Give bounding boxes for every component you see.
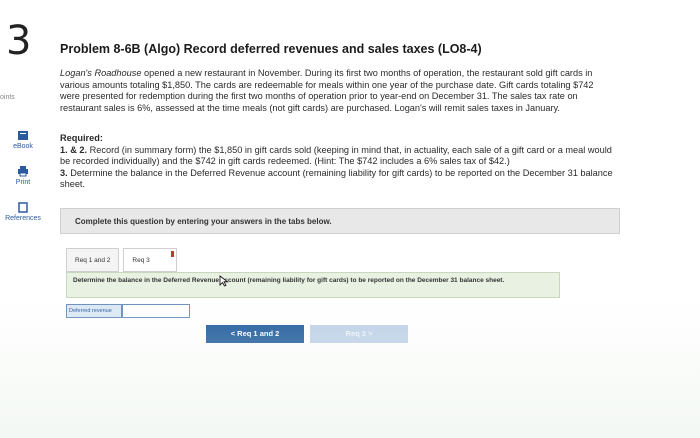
printer-icon: [18, 166, 28, 177]
sidebar-item-print[interactable]: Print: [0, 166, 46, 186]
task-panel: Determine the balance in the Deferred Re…: [66, 272, 560, 298]
flag-icon: [171, 251, 175, 257]
prev-tab-button[interactable]: < Req 1 and 2: [206, 325, 304, 343]
next-tab-button[interactable]: Req 3 >: [310, 325, 408, 343]
sidebar: oints eBook Print References: [0, 84, 46, 238]
problem-title: Problem 8-6B (Algo) Record deferred reve…: [60, 42, 482, 56]
sidebar-item-ebook[interactable]: eBook: [0, 130, 46, 150]
intro-text: opened a new restaurant in November. Dur…: [60, 68, 594, 113]
required-label: Required:: [60, 133, 103, 143]
background-gradient: [0, 298, 700, 438]
book-icon: [18, 131, 28, 140]
sidebar-item-label: eBook: [13, 143, 33, 150]
req1-number: 1. & 2.: [60, 144, 88, 155]
points-label: oints: [0, 94, 15, 101]
tab-label: Req 3: [132, 257, 150, 264]
instructions-text: Complete this question by entering your …: [75, 217, 332, 226]
requirements: Required: 1. & 2. Record (in summary for…: [60, 133, 620, 191]
company-name: Logan's Roadhouse: [60, 68, 142, 78]
deferred-revenue-label: Deferred revenue: [66, 304, 122, 318]
tab-bar: Req 1 and 2 Req 3: [66, 248, 181, 272]
problem-intro: Logan's Roadhouse opened a new restauran…: [60, 68, 605, 114]
mouse-cursor-icon: [219, 275, 229, 287]
question-number: 3: [6, 18, 32, 64]
instructions-panel: Complete this question by entering your …: [60, 208, 620, 234]
sidebar-item-references[interactable]: References: [0, 202, 46, 222]
tab-req-3[interactable]: Req 3: [123, 248, 178, 272]
task-text: Determine the balance in the Deferred Re…: [73, 277, 505, 284]
references-icon: [18, 202, 28, 213]
deferred-revenue-input[interactable]: [122, 304, 190, 318]
answer-row: Deferred revenue: [66, 304, 190, 318]
req3-text: Determine the balance in the Deferred Re…: [60, 167, 613, 190]
req1-text: Record (in summary form) the $1,850 in g…: [60, 144, 612, 167]
tab-req-1-and-2[interactable]: Req 1 and 2: [66, 248, 120, 272]
sidebar-item-label: Print: [15, 179, 31, 186]
sidebar-item-label: References: [5, 215, 41, 222]
req3-number: 3.: [60, 167, 68, 178]
